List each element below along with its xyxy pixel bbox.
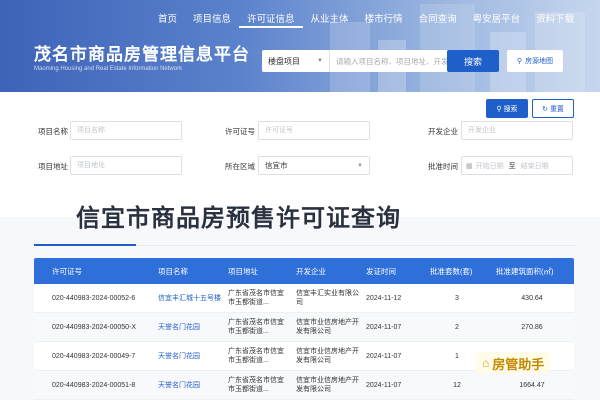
search-icon: ⚲ <box>496 105 502 113</box>
col-approved-area: 批准建筑面积(㎡) <box>496 266 554 276</box>
nav-item-market[interactable]: 楼市行情 <box>357 12 411 28</box>
top-nav: 首页 项目信息 许可证信息 从业主体 楼市行情 合同查询 粤安居平台 资料下载 <box>150 12 582 28</box>
project-name-input[interactable] <box>70 121 182 140</box>
filter-reset-label: 重置 <box>549 105 564 113</box>
cell-project-address: 广东省茂名市信宜市玉都街道... <box>228 290 284 306</box>
cell-approved-units: 12 <box>453 381 461 389</box>
chevron-down-icon: ▼ <box>317 58 323 64</box>
cell-project-address: 广东省茂名市信宜市玉都街道... <box>228 377 284 393</box>
project-address-input[interactable] <box>70 156 182 175</box>
nav-item-downloads[interactable]: 资料下载 <box>528 12 582 28</box>
watermark: ⌂ 房管助手 <box>476 352 551 374</box>
cell-project-name[interactable]: 天誉名门花园 <box>152 342 222 370</box>
table-row[interactable]: 020-440983-2024-00051-8 天誉名门花园 广东省茂名市信宜市… <box>34 371 574 400</box>
cell-approved-units: 2 <box>455 323 459 331</box>
cell-project-name[interactable]: 天誉名门花园 <box>152 313 222 341</box>
site-subtitle: Maoming Housing and Real Estate Informat… <box>34 66 183 72</box>
cell-developer: 信宜市业信房地产开发有限公司 <box>296 348 359 364</box>
title-underline <box>34 244 136 246</box>
cell-developer: 信宜丰汇实业有限公司 <box>296 290 359 306</box>
nav-item-practitioners[interactable]: 从业主体 <box>303 12 357 28</box>
approve-time-label: 批准时间 <box>428 162 458 171</box>
col-project-address: 项目地址 <box>228 266 258 276</box>
cell-developer: 信宜市业信房地产开发有限公司 <box>296 377 359 393</box>
cell-project-address: 广东省茂名市信宜市玉都街道... <box>228 348 284 364</box>
cell-license-no: 020-440983-2024-00050-X <box>52 323 137 331</box>
date-range-picker[interactable]: ▦ 开始日期 至 结束日期 <box>461 156 573 175</box>
col-license-no: 许可证号 <box>52 266 82 276</box>
col-developer: 开发企业 <box>296 266 326 276</box>
cell-approved-units: 3 <box>455 294 459 302</box>
nav-item-yue-anju[interactable]: 粤安居平台 <box>465 12 529 28</box>
table-row[interactable]: 020-440983-2024-00052-6 信宜丰汇城十五号楼 广东省茂名市… <box>34 284 574 313</box>
map-button-label: 房源地图 <box>525 58 554 65</box>
cell-project-name[interactable]: 天誉名门花园 <box>152 371 222 399</box>
license-table: 许可证号 项目名称 项目地址 开发企业 发证时间 批准套数(套) 批准建筑面积(… <box>34 258 574 400</box>
cell-issue-date: 2024-11-07 <box>366 352 402 360</box>
cell-issue-date: 2024-11-12 <box>366 294 402 302</box>
header-search-button[interactable]: 搜索 <box>447 50 499 72</box>
cell-license-no: 020-440983-2024-00049-7 <box>52 352 136 360</box>
house-icon: ⌂ <box>482 356 490 370</box>
region-label: 所在区域 <box>225 162 255 171</box>
nav-item-contract-query[interactable]: 合同查询 <box>411 12 465 28</box>
chevron-down-icon: ▼ <box>357 162 363 169</box>
date-start-placeholder: 开始日期 <box>475 162 504 170</box>
license-no-input[interactable] <box>258 121 370 140</box>
filter-search-button[interactable]: ⚲ 搜索 <box>486 99 528 118</box>
page-title: 信宜市商品房预售许可证查询 <box>76 205 401 232</box>
calendar-icon: ▦ <box>466 162 473 170</box>
title-divider <box>136 245 576 246</box>
site-title: 茂名市商品房管理信息平台 <box>34 45 250 64</box>
date-separator: 至 <box>508 162 516 170</box>
cell-issue-date: 2024-11-07 <box>366 323 402 331</box>
map-button[interactable]: ⚲ 房源地图 <box>507 50 563 72</box>
cell-license-no: 020-440983-2024-00051-8 <box>52 381 136 389</box>
date-end-placeholder: 结束日期 <box>520 162 549 170</box>
location-pin-icon: ⚲ <box>516 58 523 65</box>
nav-item-project-info[interactable]: 项目信息 <box>185 12 239 28</box>
table-header: 许可证号 项目名称 项目地址 开发企业 发证时间 批准套数(套) 批准建筑面积(… <box>34 258 574 284</box>
header-banner: 首页 项目信息 许可证信息 从业主体 楼市行情 合同查询 粤安居平台 资料下载 … <box>0 0 600 92</box>
nav-item-license-info[interactable]: 许可证信息 <box>239 12 303 28</box>
cell-project-name[interactable]: 信宜丰汇城十五号楼 <box>152 284 222 312</box>
cell-license-no: 020-440983-2024-00052-6 <box>52 294 136 302</box>
filter-reset-button[interactable]: ↻ 重置 <box>532 99 574 118</box>
nav-item-home[interactable]: 首页 <box>150 12 185 28</box>
cell-approved-area: 430.64 <box>521 294 543 302</box>
refresh-icon: ↻ <box>542 105 548 113</box>
region-value: 信宜市 <box>265 161 288 170</box>
table-row[interactable]: 020-440983-2024-00050-X 天誉名门花园 广东省茂名市信宜市… <box>34 313 574 342</box>
cell-developer: 信宜市业信房地产开发有限公司 <box>296 319 359 335</box>
col-project-name: 项目名称 <box>158 266 188 276</box>
license-no-label: 许可证号 <box>225 127 255 136</box>
region-select[interactable]: 信宜市 ▼ <box>258 156 370 175</box>
cell-approved-area: 270.86 <box>521 323 543 331</box>
cell-project-address: 广东省茂名市信宜市玉都街道... <box>228 319 284 335</box>
developer-input[interactable] <box>461 121 573 140</box>
filter-search-label: 搜索 <box>503 105 518 113</box>
cell-approved-area: 1664.47 <box>519 381 545 389</box>
project-name-label: 项目名称 <box>38 127 68 136</box>
search-type-select[interactable]: 楼盘项目 ▼ <box>262 50 330 72</box>
project-address-label: 项目地址 <box>38 162 68 171</box>
cell-issue-date: 2024-11-07 <box>366 381 402 389</box>
col-issue-date: 发证时间 <box>366 266 396 276</box>
watermark-text: 房管助手 <box>492 356 545 372</box>
developer-label: 开发企业 <box>428 127 458 136</box>
search-type-value: 楼盘项目 <box>268 56 300 66</box>
col-approved-units: 批准套数(套) <box>430 266 473 276</box>
